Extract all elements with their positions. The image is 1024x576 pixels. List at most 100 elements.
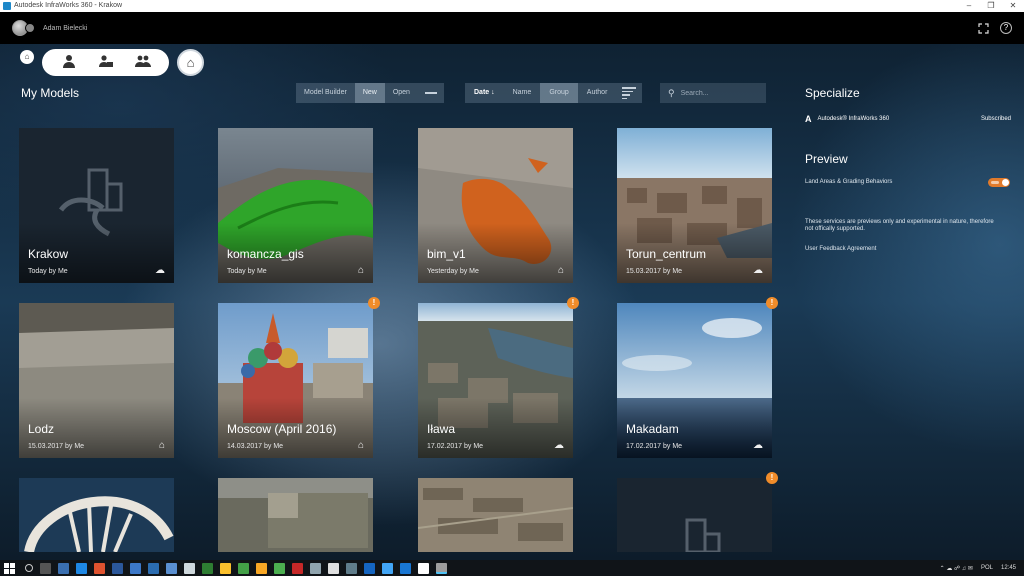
notes-icon[interactable] (183, 562, 195, 574)
model-name: Iława (427, 422, 456, 436)
model-thumbnail (218, 478, 373, 552)
task-view-icon[interactable] (39, 562, 51, 574)
open-button[interactable]: Open (385, 83, 418, 103)
model-card-lodz[interactable]: Lodz 15.03.2017 by Me ⌂ (19, 303, 174, 458)
user-icon[interactable] (57, 54, 81, 71)
model-thumbnail (19, 478, 174, 552)
model-name: Torun_centrum (626, 247, 707, 261)
model-card-torun-centrum[interactable]: Torun_centrum 15.03.2017 by Me ☁ (617, 128, 772, 283)
app-green-icon[interactable] (273, 562, 285, 574)
active-app-icon[interactable] (435, 562, 447, 574)
app-blue2-icon[interactable] (399, 562, 411, 574)
model-builder-button[interactable]: Model Builder (296, 83, 355, 103)
pdf-icon[interactable] (291, 562, 303, 574)
update-badge-icon[interactable]: ! (567, 297, 579, 309)
model-name: Lodz (28, 422, 55, 436)
model-card-row3-4[interactable] (617, 478, 772, 552)
app-gray-icon[interactable] (309, 562, 321, 574)
preview-note-line1: These services are previews only and exp… (805, 219, 994, 225)
app-white-icon[interactable] (417, 562, 429, 574)
search-input[interactable] (680, 89, 759, 97)
maps-icon[interactable] (237, 562, 249, 574)
model-card-ilawa[interactable]: Iława 17.02.2017 by Me ☁ (418, 303, 573, 458)
cloud-icon: ☁ (155, 265, 165, 276)
update-badge-icon[interactable]: ! (368, 297, 380, 309)
autodesk-app-icon[interactable] (147, 562, 159, 574)
model-meta: 17.02.2017 by Me (427, 443, 484, 450)
model-meta: 15.03.2017 by Me (28, 443, 85, 450)
model-card-komancza-gis[interactable]: komancza_gis Today by Me ⌂ (218, 128, 373, 283)
specialize-heading: Specialize (805, 86, 860, 100)
page-title: My Models (21, 86, 80, 100)
word-icon[interactable] (111, 562, 123, 574)
shared-user-icon[interactable] (94, 54, 118, 71)
model-card-moscow[interactable]: Moscow (April 2016) 14.03.2017 by Me ⌂ (218, 303, 373, 458)
update-badge-icon[interactable]: ! (766, 297, 778, 309)
cloud-app-icon[interactable] (327, 562, 339, 574)
home-icon: ⌂ (158, 440, 165, 451)
model-card-bim-v1[interactable]: bim_v1 Yesterday by Me ⌂ (418, 128, 573, 283)
infraworks-icon[interactable] (381, 562, 393, 574)
clock[interactable]: 12:45 (1001, 565, 1016, 571)
autodesk-logo-icon: A (805, 114, 812, 124)
sort-toolbar: Date ↓ Name Group Author (465, 83, 643, 103)
cloud-icon: ☁ (753, 265, 763, 276)
sort-date-button[interactable]: Date ↓ (465, 83, 504, 103)
window-titlebar: Autodesk InfraWorks 360 - Krakow – ❐ ✕ (0, 0, 1024, 12)
model-name: Krakow (28, 247, 69, 261)
subscription-status: Subscribed (980, 116, 1011, 122)
minus-icon[interactable] (418, 83, 444, 103)
language-indicator[interactable]: POL (981, 565, 993, 571)
account-badge-icon (25, 23, 35, 33)
cloud-icon: ☁ (753, 440, 763, 451)
edge-icon[interactable] (75, 562, 87, 574)
preview-toggle[interactable] (988, 178, 1010, 187)
search-icon[interactable] (24, 564, 33, 572)
chrome-icon[interactable] (93, 562, 105, 574)
model-name: Moscow (April 2016) (227, 422, 337, 436)
username: Adam Bielecki (43, 24, 88, 32)
sort-group-button[interactable]: Group (540, 83, 578, 103)
model-meta: Yesterday by Me (427, 268, 479, 275)
group-icon[interactable] (131, 54, 155, 71)
update-badge-icon[interactable]: ! (766, 472, 778, 484)
model-card-krakow[interactable]: Krakow Today by Me ☁ (19, 128, 174, 283)
model-card-row3-3[interactable] (418, 478, 573, 552)
user-filter-pill (42, 49, 169, 76)
cloud-icon: ☁ (554, 440, 564, 451)
windows-start-icon[interactable] (4, 562, 15, 574)
sort-order-icon[interactable] (616, 83, 642, 103)
app-blue-icon[interactable] (363, 562, 375, 574)
close-button[interactable]: ✕ (1002, 0, 1024, 12)
feedback-agreement-link[interactable]: User Feedback Agreement (805, 246, 876, 252)
app-icon (3, 2, 11, 10)
home-icon: ⌂ (357, 440, 364, 451)
tray-icons[interactable]: ⌃ ☁ ☍ ♫ ✉ (940, 565, 973, 572)
model-card-makadam[interactable]: Makadam 17.02.2017 by Me ☁ (617, 303, 772, 458)
fullscreen-icon[interactable] (976, 21, 990, 35)
sort-author-button[interactable]: Author (578, 83, 617, 103)
home-icon: ⌂ (557, 265, 564, 276)
outlook-icon[interactable] (129, 562, 141, 574)
window-title: Autodesk InfraWorks 360 - Krakow (14, 2, 123, 9)
sort-name-button[interactable]: Name (504, 83, 541, 103)
explorer-icon[interactable] (57, 562, 69, 574)
model-card-row3-1[interactable] (19, 478, 174, 552)
local-models-icon[interactable]: ⌂ (177, 49, 204, 76)
help-icon[interactable]: ? (1000, 22, 1012, 34)
search-icon: ⚲ (668, 87, 675, 98)
spreadsheet-icon[interactable] (201, 562, 213, 574)
folder-icon[interactable] (219, 562, 231, 574)
app-slate-icon[interactable] (345, 562, 357, 574)
minimize-button[interactable]: – (958, 0, 980, 12)
model-meta: Today by Me (28, 268, 68, 275)
autocad-icon[interactable] (165, 562, 177, 574)
preview-heading: Preview (805, 152, 848, 166)
home-small-icon[interactable]: ⌂ (20, 50, 34, 64)
model-card-row3-2[interactable] (218, 478, 373, 552)
model-meta: Today by Me (227, 268, 267, 275)
maximize-button[interactable]: ❐ (980, 0, 1002, 12)
new-button[interactable]: New (354, 83, 385, 103)
sticky-notes-icon[interactable] (255, 562, 267, 574)
product-name: Autodesk® InfraWorks 360 (817, 116, 890, 122)
